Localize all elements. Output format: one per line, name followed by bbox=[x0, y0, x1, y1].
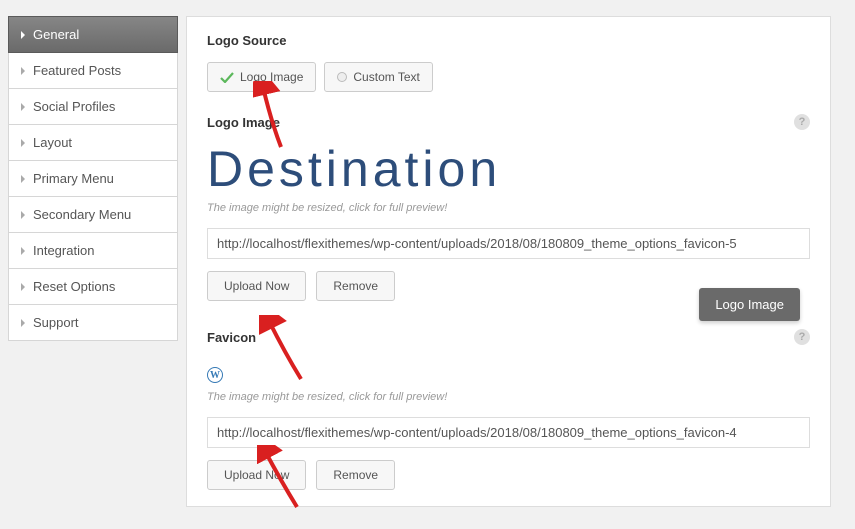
sidebar-item-layout[interactable]: Layout bbox=[8, 125, 178, 161]
check-icon bbox=[220, 72, 234, 83]
logo-source-text-option[interactable]: Custom Text bbox=[324, 62, 432, 92]
chevron-right-icon bbox=[21, 67, 25, 75]
sidebar-item-label: Reset Options bbox=[33, 279, 115, 294]
favicon-hint: The image might be resized, click for fu… bbox=[207, 391, 810, 403]
chevron-right-icon bbox=[21, 31, 25, 39]
favicon-title: Favicon bbox=[207, 330, 256, 345]
chevron-right-icon bbox=[21, 211, 25, 219]
favicon-upload-button[interactable]: Upload Now bbox=[207, 460, 306, 490]
help-icon[interactable]: ? bbox=[794, 114, 810, 130]
sidebar-item-general[interactable]: General bbox=[8, 16, 178, 53]
toggle-label: Custom Text bbox=[353, 70, 419, 84]
sidebar-item-primary-menu[interactable]: Primary Menu bbox=[8, 161, 178, 197]
sidebar-item-label: Social Profiles bbox=[33, 99, 115, 114]
help-icon[interactable]: ? bbox=[794, 329, 810, 345]
logo-source-title: Logo Source bbox=[207, 33, 810, 48]
chevron-right-icon bbox=[21, 103, 25, 111]
sidebar-item-label: Layout bbox=[33, 135, 72, 150]
sidebar-item-label: Support bbox=[33, 315, 79, 330]
chevron-right-icon bbox=[21, 139, 25, 147]
favicon-remove-button[interactable]: Remove bbox=[316, 460, 395, 490]
sidebar-item-label: Featured Posts bbox=[33, 63, 121, 78]
logo-image-hint: The image might be resized, click for fu… bbox=[207, 202, 810, 214]
logo-image-upload-button[interactable]: Upload Now bbox=[207, 271, 306, 301]
logo-image-preview[interactable]: Destination bbox=[207, 140, 810, 198]
sidebar-item-secondary-menu[interactable]: Secondary Menu bbox=[8, 197, 178, 233]
sidebar-item-featured-posts[interactable]: Featured Posts bbox=[8, 53, 178, 89]
chevron-right-icon bbox=[21, 175, 25, 183]
logo-image-url-input[interactable] bbox=[207, 228, 810, 259]
main-panel: Logo Source Logo Image Custom Text Logo … bbox=[186, 16, 831, 507]
toggle-label: Logo Image bbox=[240, 70, 303, 84]
radio-icon bbox=[337, 72, 347, 82]
favicon-preview[interactable]: W bbox=[207, 367, 223, 383]
annotation-arrow-icon bbox=[259, 315, 309, 385]
chevron-right-icon bbox=[21, 319, 25, 327]
sidebar-item-integration[interactable]: Integration bbox=[8, 233, 178, 269]
sidebar-item-label: General bbox=[33, 27, 79, 42]
sidebar-item-label: Secondary Menu bbox=[33, 207, 131, 222]
sidebar-item-label: Integration bbox=[33, 243, 94, 258]
chevron-right-icon bbox=[21, 283, 25, 291]
settings-sidebar: General Featured Posts Social Profiles L… bbox=[8, 16, 178, 507]
favicon-url-input[interactable] bbox=[207, 417, 810, 448]
chevron-right-icon bbox=[21, 247, 25, 255]
sidebar-item-label: Primary Menu bbox=[33, 171, 114, 186]
sidebar-item-reset-options[interactable]: Reset Options bbox=[8, 269, 178, 305]
sidebar-item-support[interactable]: Support bbox=[8, 305, 178, 341]
logo-image-title: Logo Image bbox=[207, 115, 280, 130]
logo-source-image-option[interactable]: Logo Image bbox=[207, 62, 316, 92]
logo-image-tooltip: Logo Image bbox=[699, 288, 800, 321]
sidebar-item-social-profiles[interactable]: Social Profiles bbox=[8, 89, 178, 125]
logo-source-toggle-group: Logo Image Custom Text bbox=[207, 62, 810, 92]
logo-image-remove-button[interactable]: Remove bbox=[316, 271, 395, 301]
